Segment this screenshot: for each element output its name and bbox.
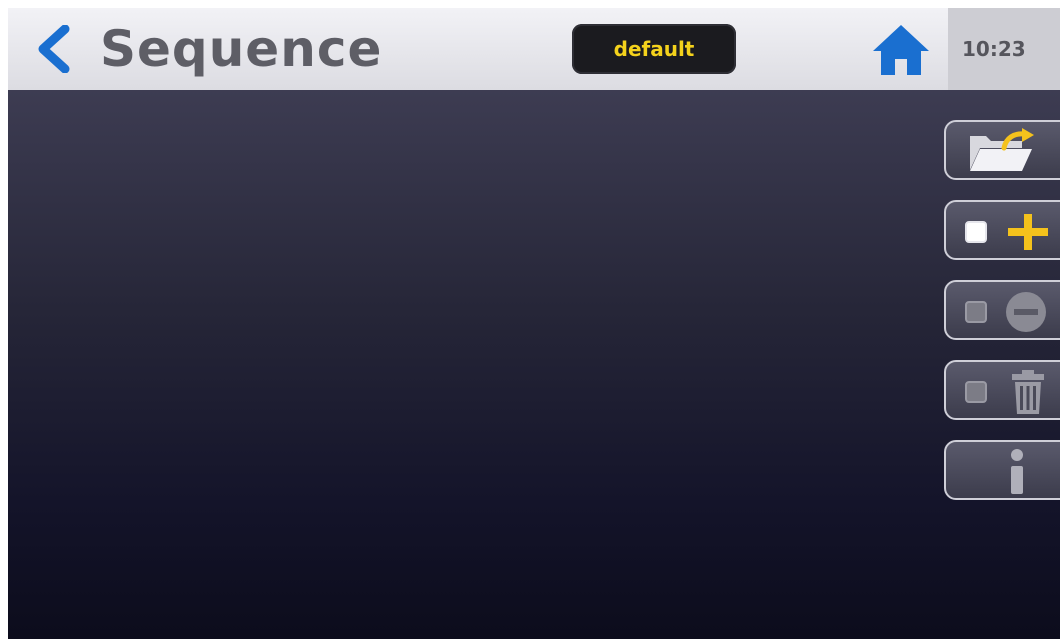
trash-icon (1012, 370, 1044, 414)
checkbox-icon (965, 381, 987, 403)
top-bar: Sequence default 10:23 (8, 8, 1060, 90)
checkbox-icon (965, 221, 987, 243)
checkbox-icon (965, 301, 987, 323)
add-icon (1008, 214, 1048, 250)
home-icon (873, 25, 929, 75)
delete-button[interactable] (944, 360, 1060, 420)
page-title: Sequence (100, 20, 383, 78)
open-sequence-button[interactable] (944, 120, 1060, 180)
add-step-button[interactable] (944, 200, 1060, 260)
remove-icon (1006, 292, 1046, 332)
back-button[interactable] (28, 22, 78, 76)
remove-step-button[interactable] (944, 280, 1060, 340)
sequence-list-area[interactable] (8, 90, 1060, 639)
folder-open-icon (970, 128, 1034, 171)
profile-selector-button[interactable]: default (572, 24, 736, 74)
chevron-left-icon (38, 25, 70, 73)
clock-panel: 10:23 (948, 8, 1060, 90)
info-button[interactable] (944, 440, 1060, 500)
info-icon (1011, 449, 1023, 494)
clock: 10:23 (962, 37, 1026, 61)
app-screen: Sequence default 10:23 (8, 8, 1060, 639)
home-button[interactable] (870, 22, 932, 78)
